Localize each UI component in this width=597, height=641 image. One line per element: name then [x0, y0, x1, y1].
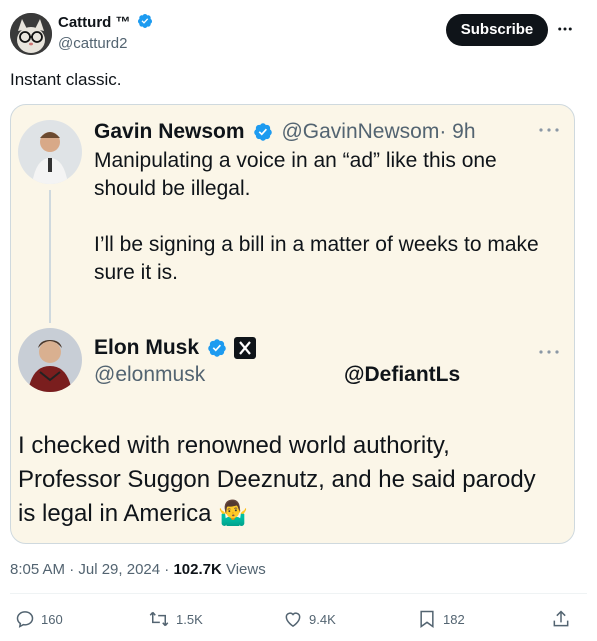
musk-more-icon: [538, 343, 560, 361]
author-handle[interactable]: @catturd2: [58, 35, 127, 52]
newsom-handle: @GavinNewsom: [281, 120, 440, 143]
newsom-header: Gavin Newsom @GavinNewsom· 9h: [94, 118, 476, 146]
verified-badge-icon: [208, 339, 227, 357]
musk-handle: @elonmusk: [94, 363, 206, 386]
reply-button[interactable]: 160: [15, 609, 63, 629]
author-avatar[interactable]: [10, 13, 52, 55]
more-options-button[interactable]: [556, 20, 574, 43]
musk-avatar: [18, 328, 82, 392]
tweet-meta: 8:05 AM · Jul 29, 2024 · 102.7K Views: [10, 561, 266, 578]
musk-header: Elon Musk: [94, 334, 256, 362]
musk-line-2: Professor Suggon Deeznutz, and he said p…: [18, 466, 536, 493]
newsom-name: Gavin Newsom: [94, 120, 245, 143]
shrug-emoji: 🤷‍♂️: [218, 500, 248, 527]
tweet-time[interactable]: 8:05 AM · Jul 29, 2024 ·: [10, 561, 173, 578]
repost-count: 1.5K: [176, 611, 203, 627]
person-avatar-icon: [18, 328, 82, 392]
reply-icon: [16, 611, 34, 628]
like-count: 9.4K: [309, 611, 336, 627]
share-icon: [553, 610, 569, 627]
like-button[interactable]: 9.4K: [283, 609, 336, 629]
share-button[interactable]: [551, 609, 577, 629]
embedded-screenshot[interactable]: Gavin Newsom @GavinNewsom· 9h Manipulati…: [10, 104, 575, 544]
author-name[interactable]: Catturd ™: [58, 14, 131, 31]
newsom-avatar: [18, 120, 82, 184]
divider: [10, 593, 587, 594]
musk-line-1: I checked with renowned world authority,: [18, 432, 450, 459]
newsom-more-icon: [538, 121, 560, 139]
repost-icon: [149, 611, 169, 627]
reply-count: 160: [41, 611, 63, 627]
bookmark-button[interactable]: 182: [417, 609, 465, 629]
x-logo-icon: [233, 336, 256, 359]
newsom-line-3: I’ll be signing a bill in a matter of we…: [94, 233, 539, 256]
thread-line: [49, 190, 51, 323]
heart-icon: [285, 612, 301, 627]
musk-line-3-row: is legal in America 🤷‍♂️: [18, 497, 248, 531]
person-avatar-icon: [18, 120, 82, 184]
views-label: Views: [221, 561, 266, 578]
bookmark-count: 182: [443, 611, 465, 627]
tweet-text: Instant classic.: [10, 70, 122, 89]
musk-line-3: is legal in America: [18, 500, 212, 527]
verified-badge-icon: [254, 123, 272, 141]
subscribe-button[interactable]: Subscribe: [446, 14, 548, 46]
cat-avatar-icon: [10, 13, 52, 55]
more-horizontal-icon: [558, 27, 572, 31]
verified-badge-icon: [137, 14, 152, 29]
author-name-row[interactable]: Catturd ™: [58, 14, 153, 32]
views-count: 102.7K: [173, 561, 222, 578]
newsom-line-1: Manipulating a voice in an “ad” like thi…: [94, 149, 497, 172]
bookmark-icon: [420, 610, 434, 628]
newsom-line-2: should be illegal.: [94, 177, 251, 200]
watermark-text: @DefiantLs: [344, 363, 461, 386]
musk-name: Elon Musk: [94, 336, 200, 359]
repost-button[interactable]: 1.5K: [148, 609, 203, 629]
newsom-time: · 9h: [439, 120, 476, 143]
newsom-line-4: sure it is.: [94, 261, 179, 284]
